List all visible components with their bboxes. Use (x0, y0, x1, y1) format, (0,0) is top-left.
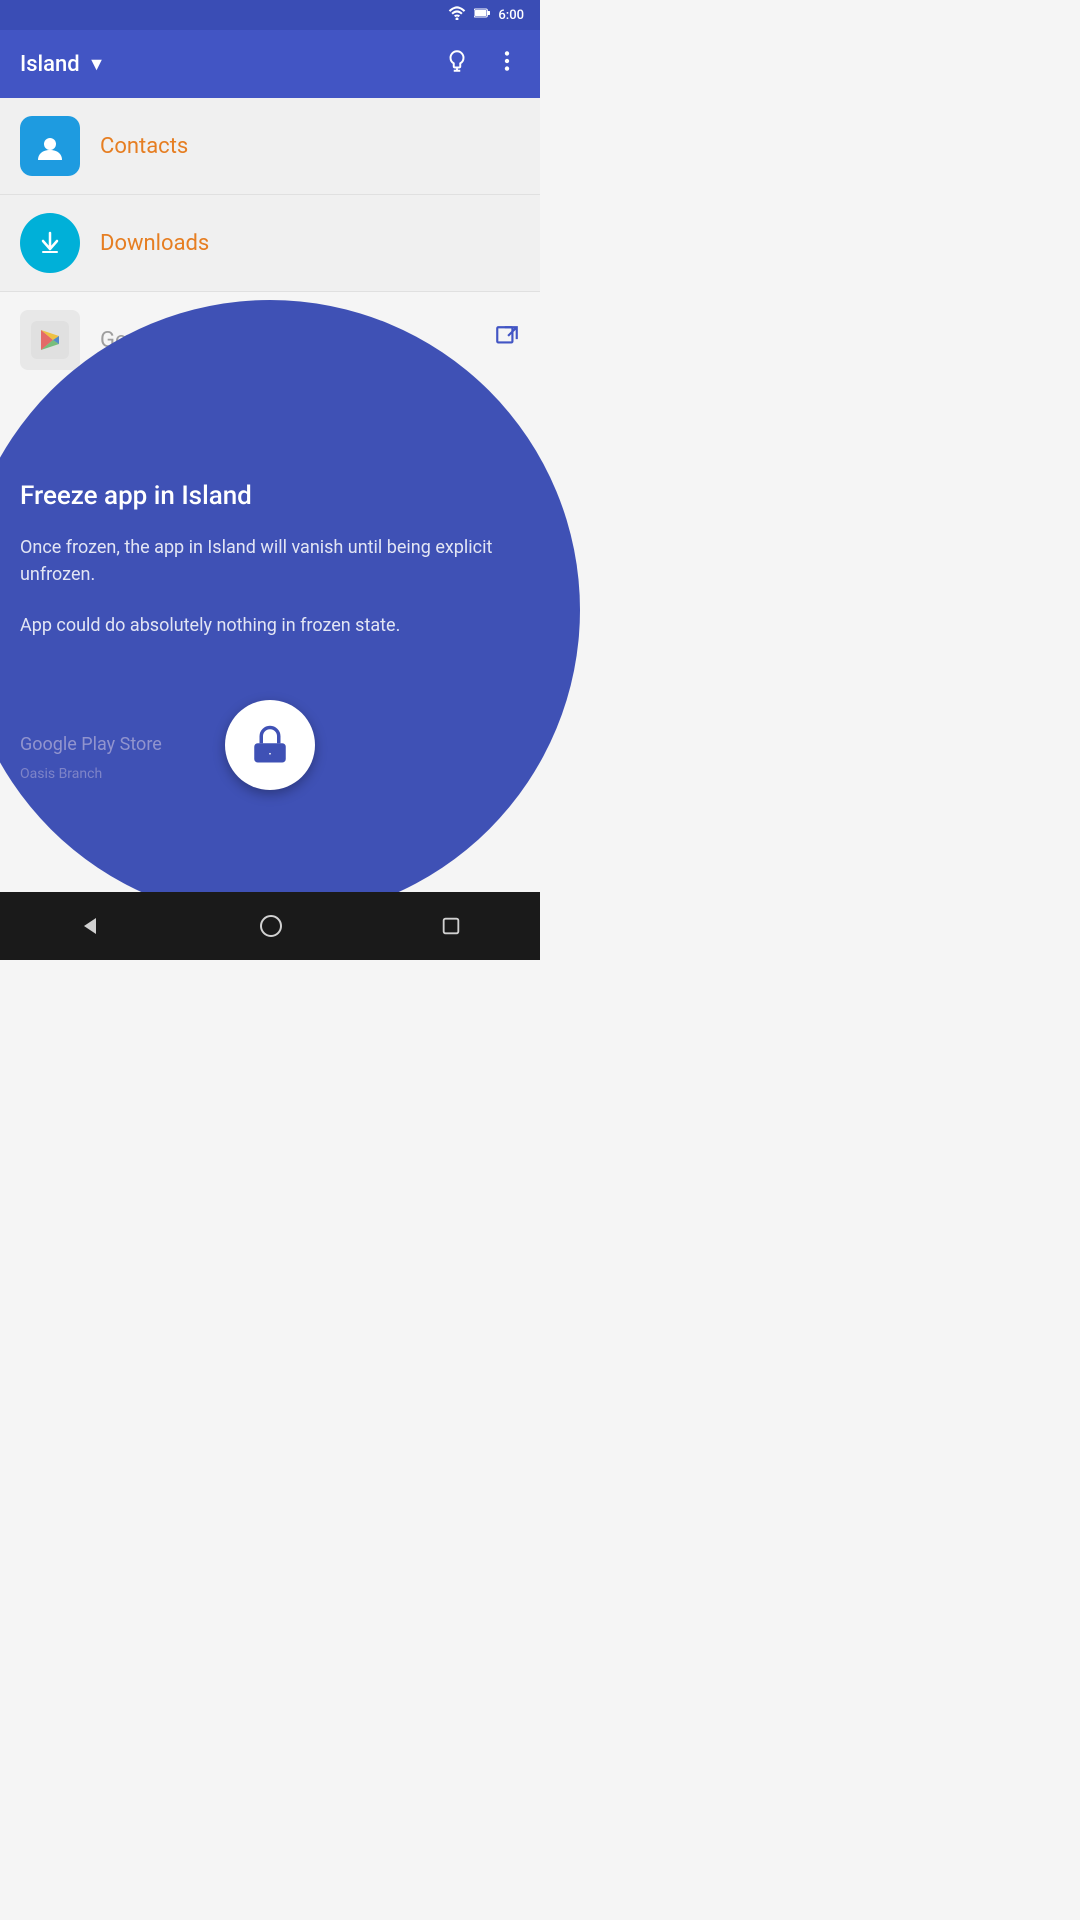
app-title[interactable]: Island ▼ (20, 52, 444, 77)
contacts-label: Contacts (100, 134, 188, 159)
downloads-label: Downloads (100, 231, 209, 256)
freeze-fab-button[interactable] (225, 700, 315, 790)
freeze-description-2: App could do absolutely nothing in froze… (20, 612, 400, 639)
downloads-app-icon (20, 213, 80, 273)
freeze-info-card: Freeze app in Island Once frozen, the ap… (0, 300, 580, 920)
back-button[interactable] (78, 914, 102, 938)
app-name-label: Island (20, 52, 80, 77)
home-button[interactable] (259, 914, 283, 938)
dropdown-arrow-icon[interactable]: ▼ (88, 54, 106, 75)
external-link-icon[interactable] (494, 324, 520, 356)
more-options-icon[interactable] (494, 48, 520, 80)
status-time: 6:00 (498, 8, 524, 23)
lightbulb-icon[interactable] (444, 48, 470, 80)
status-bar: 6:00 (0, 0, 540, 30)
playstore-app-icon (20, 310, 80, 370)
list-item[interactable]: Contacts (0, 98, 540, 195)
app-bar-actions (444, 48, 520, 80)
freeze-title: Freeze app in Island (20, 480, 252, 514)
recents-button[interactable] (440, 915, 462, 937)
freeze-description-1: Once frozen, the app in Island will vani… (20, 534, 520, 588)
contacts-app-icon (20, 116, 80, 176)
nav-bar (0, 892, 540, 960)
wifi-icon (448, 6, 466, 24)
battery-icon (474, 6, 490, 24)
lock-icon (249, 724, 291, 766)
app-bar: Island ▼ (0, 30, 540, 98)
list-item[interactable]: Downloads (0, 195, 540, 292)
